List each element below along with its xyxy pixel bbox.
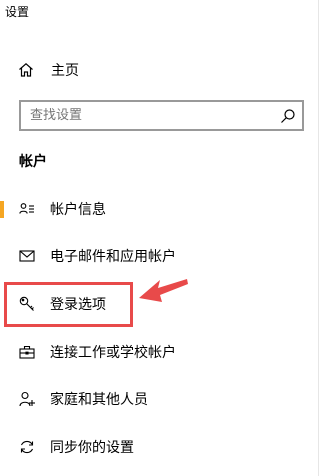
nav-item-sync-settings[interactable]: 同步你的设置: [0, 427, 310, 467]
home-label: 主页: [51, 63, 79, 79]
home-nav-item[interactable]: 主页: [18, 58, 79, 82]
settings-window: 设置 主页 帐户: [0, 0, 319, 476]
search-icon[interactable]: [280, 108, 296, 124]
nav-item-label: 登录选项: [50, 297, 106, 313]
mail-icon: [19, 248, 35, 264]
nav-item-label: 家庭和其他人员: [50, 392, 148, 408]
window-title: 设置: [5, 5, 30, 19]
nav-item-sign-in-options[interactable]: 登录选项: [0, 284, 310, 324]
sync-icon: [19, 439, 35, 455]
nav-item-work-school[interactable]: 连接工作或学校帐户: [0, 332, 310, 372]
briefcase-icon: [19, 344, 35, 360]
selected-indicator: [0, 201, 4, 218]
nav-item-label: 电子邮件和应用帐户: [50, 249, 176, 265]
key-icon: [19, 296, 35, 312]
nav-item-label: 帐户信息: [50, 202, 106, 218]
nav-item-label: 连接工作或学校帐户: [50, 345, 176, 361]
search-input[interactable]: [30, 108, 270, 123]
nav-item-family[interactable]: 家庭和其他人员: [0, 379, 310, 419]
person-card-icon: [19, 201, 35, 217]
person-add-icon: [19, 391, 35, 407]
nav-item-label: 同步你的设置: [50, 440, 134, 456]
nav-item-email-accounts[interactable]: 电子邮件和应用帐户: [0, 236, 310, 276]
section-title: 帐户: [19, 154, 47, 170]
window-edge: [318, 0, 319, 476]
home-icon: [18, 62, 34, 78]
nav-item-account-info[interactable]: 帐户信息: [0, 189, 310, 229]
search-box[interactable]: [19, 100, 304, 131]
